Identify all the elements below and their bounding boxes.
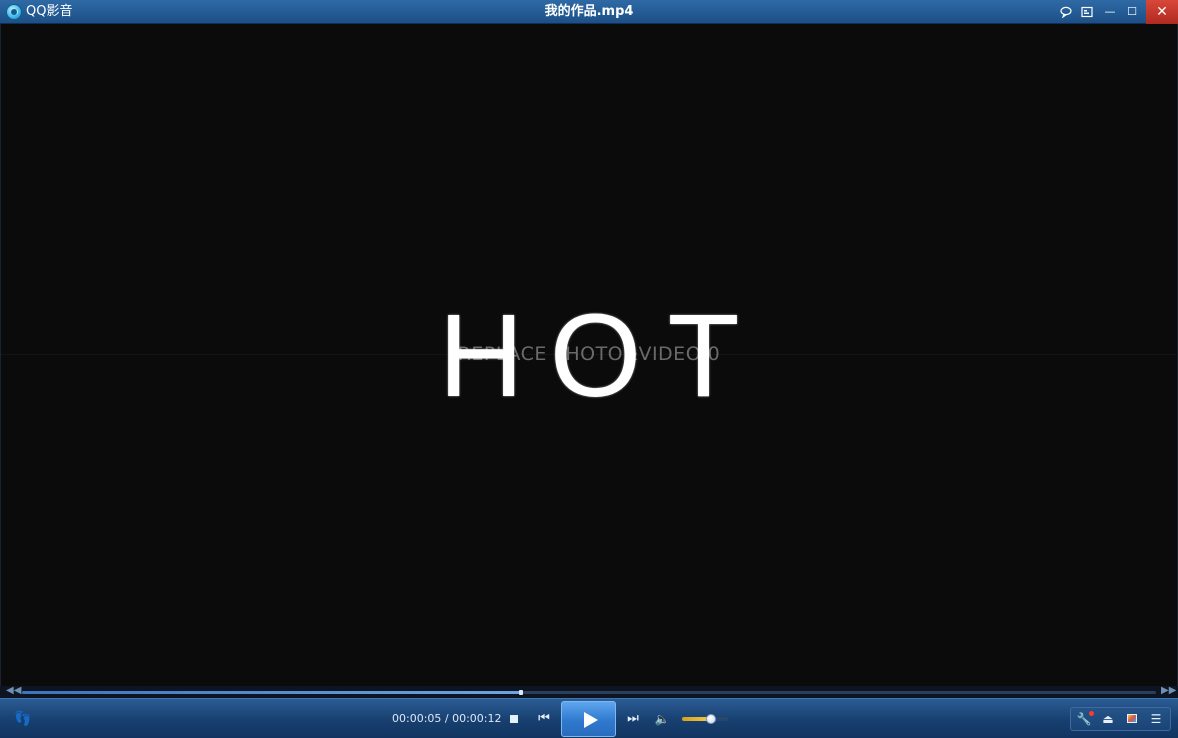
time-display: 00:00:05 / 00:00:12	[392, 712, 502, 725]
maximize-button[interactable]: ☐	[1123, 3, 1141, 21]
volume-button[interactable]: 🔈	[654, 711, 670, 727]
minimize-icon: —	[1104, 5, 1116, 18]
list-icon: ☰	[1150, 712, 1162, 726]
player-window: QQ影音 我的作品.mp4 — ☐ ✕ REPLACE PHOTO&VIDEO …	[0, 0, 1178, 738]
volume-slider[interactable]	[682, 714, 728, 724]
video-area[interactable]: REPLACE PHOTO&VIDEO 0 HOT	[0, 24, 1178, 686]
screen-effects-button[interactable]	[1122, 710, 1142, 728]
qq-player-logo-icon	[6, 4, 22, 20]
right-tool-group: 🔧 ⏏ ☰	[1070, 707, 1171, 731]
next-icon: ⏭	[627, 711, 639, 726]
title-bar[interactable]: QQ影音 我的作品.mp4 — ☐ ✕	[0, 0, 1178, 24]
previous-icon: ⏮	[538, 711, 550, 726]
footprint-icon[interactable]: 👣	[14, 710, 32, 728]
stop-button[interactable]	[507, 712, 521, 726]
open-file-button[interactable]: ⏏	[1098, 710, 1118, 728]
picture-icon	[1127, 714, 1137, 723]
progress-row: ◀◀ ▶▶	[0, 685, 1178, 698]
mini-mode-icon	[1081, 6, 1093, 18]
minimize-button[interactable]: —	[1101, 3, 1119, 21]
control-bar: 👣 00:00:05 / 00:00:12 ⏮ ⏭ 🔈 🔧 ⏏ ☰	[0, 698, 1178, 738]
speaker-icon: 🔈	[654, 712, 670, 726]
volume-knob[interactable]	[705, 714, 716, 724]
eject-icon: ⏏	[1102, 712, 1114, 726]
progress-fill[interactable]	[22, 690, 523, 695]
playlist-button[interactable]: ☰	[1146, 710, 1166, 728]
progress-track[interactable]	[22, 690, 1156, 695]
seek-back-button[interactable]: ◀◀	[6, 685, 21, 697]
app-name: QQ影音	[26, 4, 73, 19]
notification-dot	[1089, 711, 1094, 716]
tools-button[interactable]: 🔧	[1074, 710, 1094, 728]
mini-mode-button[interactable]	[1078, 3, 1096, 21]
feedback-button[interactable]	[1057, 3, 1075, 21]
maximize-icon: ☐	[1127, 5, 1137, 18]
close-button[interactable]: ✕	[1146, 0, 1178, 24]
seek-forward-button[interactable]: ▶▶	[1161, 685, 1176, 697]
next-button[interactable]: ⏭	[625, 711, 641, 727]
play-button[interactable]	[561, 701, 616, 737]
close-icon: ✕	[1156, 4, 1168, 20]
video-main-text: HOT	[438, 290, 766, 422]
file-title: 我的作品.mp4	[544, 4, 634, 19]
previous-button[interactable]: ⏮	[536, 711, 552, 727]
speech-bubble-icon	[1060, 6, 1072, 19]
